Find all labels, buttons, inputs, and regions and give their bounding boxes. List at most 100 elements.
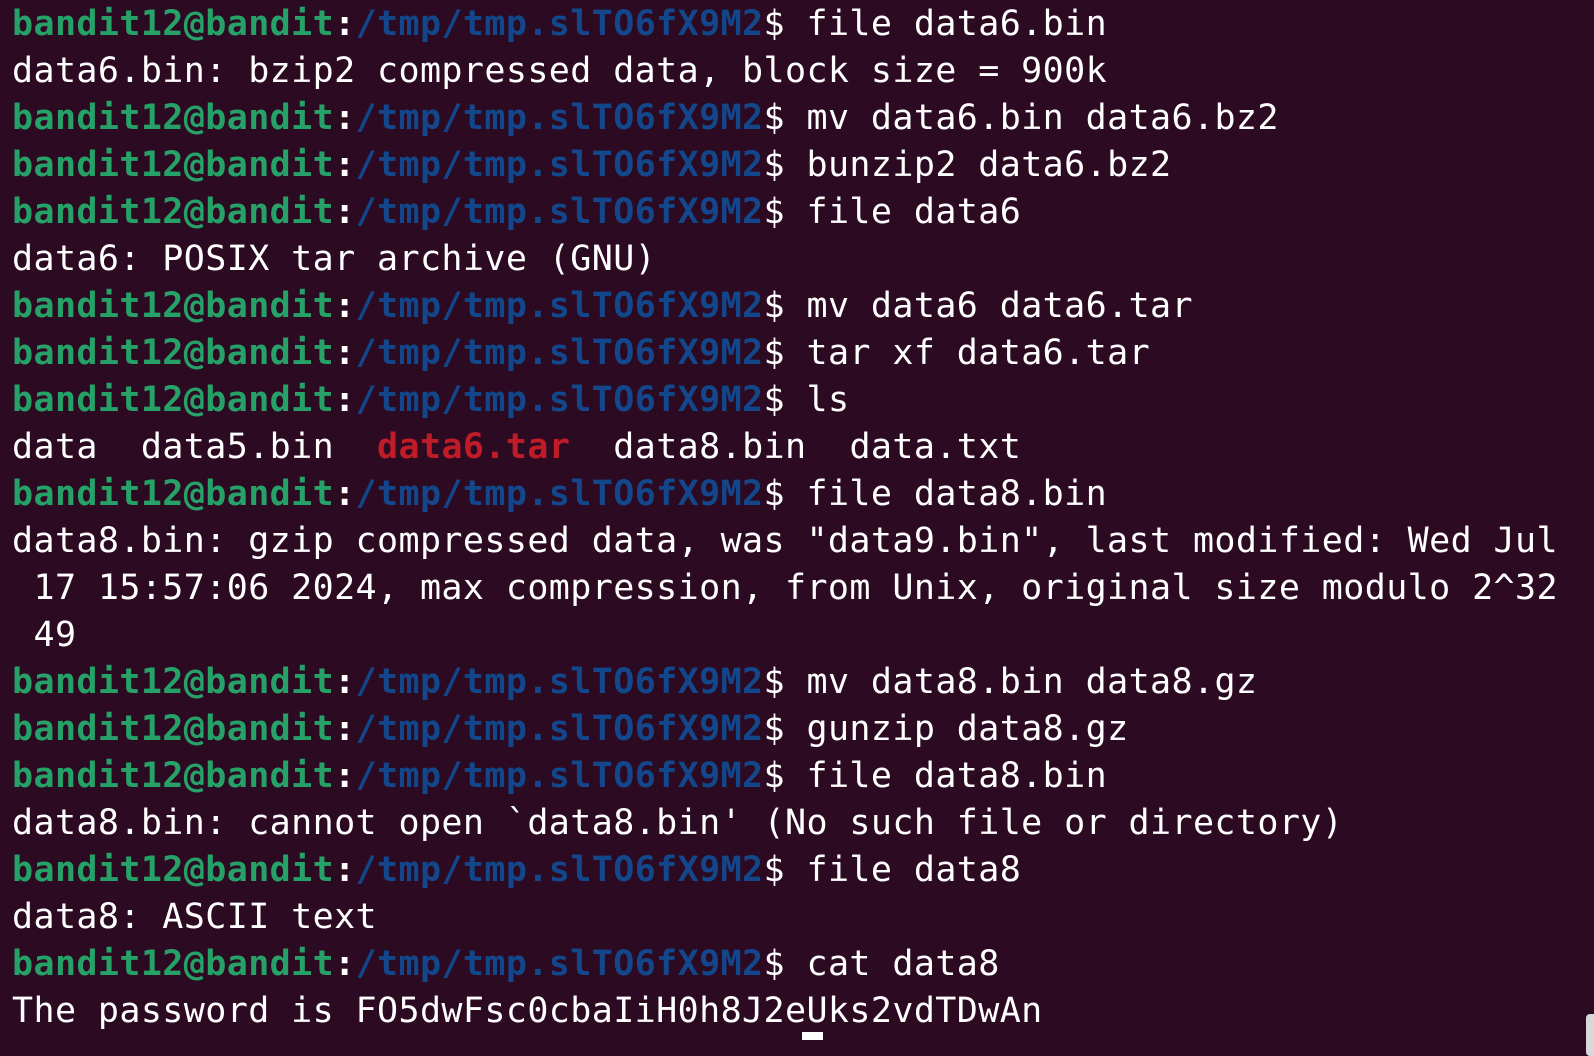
output-line: data8.bin: gzip compressed data, was "da… <box>12 518 1558 565</box>
terminal-window[interactable]: bandit12@bandit:/tmp/tmp.slTO6fX9M2$ fil… <box>0 0 1594 1056</box>
command-text: mv data6 data6.tar <box>785 286 1193 326</box>
prompt-line: bandit12@bandit:/tmp/tmp.slTO6fX9M2$ gun… <box>12 706 1558 753</box>
terminal-output: bandit12@bandit:/tmp/tmp.slTO6fX9M2$ fil… <box>12 1 1558 1035</box>
prompt-line: bandit12@bandit:/tmp/tmp.slTO6fX9M2$ fil… <box>12 847 1558 894</box>
prompt-user: bandit12@bandit <box>12 850 335 890</box>
prompt-line: bandit12@bandit:/tmp/tmp.slTO6fX9M2$ bun… <box>12 142 1558 189</box>
command-text: bunzip2 data6.bz2 <box>785 145 1172 185</box>
prompt-line: bandit12@bandit:/tmp/tmp.slTO6fX9M2$ tar… <box>12 330 1558 377</box>
prompt-user: bandit12@bandit <box>12 380 335 420</box>
prompt-separator: : <box>334 145 356 185</box>
prompt-user: bandit12@bandit <box>12 662 335 702</box>
prompt-symbol: $ <box>763 192 786 232</box>
prompt-user: bandit12@bandit <box>12 474 335 514</box>
ls-spacing <box>807 427 850 467</box>
prompt-path: /tmp/tmp.slTO6fX9M2 <box>355 944 764 984</box>
prompt-separator: : <box>334 850 356 890</box>
command-text: file data6 <box>785 192 1022 232</box>
command-text: gunzip data8.gz <box>785 709 1129 749</box>
file-entry: data5.bin <box>140 427 335 467</box>
command-text: tar xf data6.tar <box>785 333 1151 373</box>
prompt-path: /tmp/tmp.slTO6fX9M2 <box>355 709 764 749</box>
output-text: data8: ASCII text <box>12 897 378 937</box>
ls-spacing <box>334 427 377 467</box>
prompt-symbol: $ <box>763 944 786 984</box>
prompt-separator: : <box>334 333 356 373</box>
prompt-path: /tmp/tmp.slTO6fX9M2 <box>355 474 764 514</box>
scrollbar[interactable] <box>1586 1014 1594 1056</box>
prompt-user: bandit12@bandit <box>12 756 335 796</box>
prompt-line: bandit12@bandit:/tmp/tmp.slTO6fX9M2$ fil… <box>12 189 1558 236</box>
archive-file-entry: data6.tar <box>377 427 571 467</box>
prompt-path: /tmp/tmp.slTO6fX9M2 <box>355 380 764 420</box>
prompt-separator: : <box>334 380 356 420</box>
output-line: 17 15:57:06 2024, max compression, from … <box>12 565 1558 612</box>
prompt-symbol: $ <box>763 286 786 326</box>
prompt-user: bandit12@bandit <box>12 192 335 232</box>
prompt-symbol: $ <box>763 98 786 138</box>
prompt-separator: : <box>334 709 356 749</box>
command-text: file data6.bin <box>785 4 1108 44</box>
output-text: data8.bin: gzip compressed data, was "da… <box>12 521 1558 561</box>
prompt-symbol: $ <box>763 4 786 44</box>
prompt-path: /tmp/tmp.slTO6fX9M2 <box>355 4 764 44</box>
ls-output-line: data data5.bin data6.tar data8.bin data.… <box>12 424 1558 471</box>
command-text: file data8.bin <box>785 474 1108 514</box>
prompt-line: bandit12@bandit:/tmp/tmp.slTO6fX9M2$ mv … <box>12 95 1558 142</box>
output-text: 49 <box>12 615 77 655</box>
output-line: data6.bin: bzip2 compressed data, block … <box>12 48 1558 95</box>
prompt-separator: : <box>334 192 356 232</box>
output-line: 49 <box>12 612 1558 659</box>
prompt-user: bandit12@bandit <box>12 4 335 44</box>
text-cursor <box>802 1032 823 1040</box>
command-text: cat data8 <box>785 944 1000 984</box>
file-entry: data.txt <box>849 427 1022 467</box>
prompt-path: /tmp/tmp.slTO6fX9M2 <box>355 145 764 185</box>
ls-spacing <box>98 427 141 467</box>
prompt-separator: : <box>334 474 356 514</box>
prompt-user: bandit12@bandit <box>12 145 335 185</box>
prompt-line: bandit12@bandit:/tmp/tmp.slTO6fX9M2$ mv … <box>12 283 1558 330</box>
prompt-symbol: $ <box>763 380 786 420</box>
prompt-symbol: $ <box>763 662 786 702</box>
output-text: data6.bin: bzip2 compressed data, block … <box>12 51 1108 91</box>
prompt-symbol: $ <box>763 709 786 749</box>
prompt-symbol: $ <box>763 145 786 185</box>
command-text: file data8.bin <box>785 756 1108 796</box>
command-text: ls <box>785 380 850 420</box>
prompt-symbol: $ <box>763 756 786 796</box>
prompt-line: bandit12@bandit:/tmp/tmp.slTO6fX9M2$ ls <box>12 377 1558 424</box>
prompt-separator: : <box>334 944 356 984</box>
prompt-user: bandit12@bandit <box>12 709 335 749</box>
command-text: mv data6.bin data6.bz2 <box>785 98 1279 138</box>
prompt-separator: : <box>334 756 356 796</box>
prompt-path: /tmp/tmp.slTO6fX9M2 <box>355 333 764 373</box>
prompt-separator: : <box>334 286 356 326</box>
prompt-path: /tmp/tmp.slTO6fX9M2 <box>355 662 764 702</box>
command-text: file data8 <box>785 850 1022 890</box>
output-line: data8.bin: cannot open `data8.bin' (No s… <box>12 800 1558 847</box>
prompt-line: bandit12@bandit:/tmp/tmp.slTO6fX9M2$ fil… <box>12 1 1558 48</box>
prompt-user: bandit12@bandit <box>12 333 335 373</box>
output-text: The password is FO5dwFsc0cbaIiH0h8J2eUks… <box>12 991 1043 1031</box>
prompt-separator: : <box>334 4 356 44</box>
prompt-symbol: $ <box>763 333 786 373</box>
output-text: data8.bin: cannot open `data8.bin' (No s… <box>12 803 1344 843</box>
prompt-user: bandit12@bandit <box>12 944 335 984</box>
file-entry: data <box>12 427 98 467</box>
prompt-line: bandit12@bandit:/tmp/tmp.slTO6fX9M2$ mv … <box>12 659 1558 706</box>
output-text: data6: POSIX tar archive (GNU) <box>12 239 657 279</box>
prompt-separator: : <box>334 98 356 138</box>
prompt-path: /tmp/tmp.slTO6fX9M2 <box>355 286 764 326</box>
prompt-path: /tmp/tmp.slTO6fX9M2 <box>355 756 764 796</box>
prompt-path: /tmp/tmp.slTO6fX9M2 <box>355 98 764 138</box>
file-entry: data8.bin <box>613 427 807 467</box>
prompt-line: bandit12@bandit:/tmp/tmp.slTO6fX9M2$ fil… <box>12 471 1558 518</box>
prompt-user: bandit12@bandit <box>12 286 335 326</box>
ls-spacing <box>570 427 613 467</box>
prompt-user: bandit12@bandit <box>12 98 335 138</box>
output-line: data8: ASCII text <box>12 894 1558 941</box>
output-text: 17 15:57:06 2024, max compression, from … <box>12 568 1558 608</box>
command-text: mv data8.bin data8.gz <box>785 662 1258 702</box>
output-line: data6: POSIX tar archive (GNU) <box>12 236 1558 283</box>
